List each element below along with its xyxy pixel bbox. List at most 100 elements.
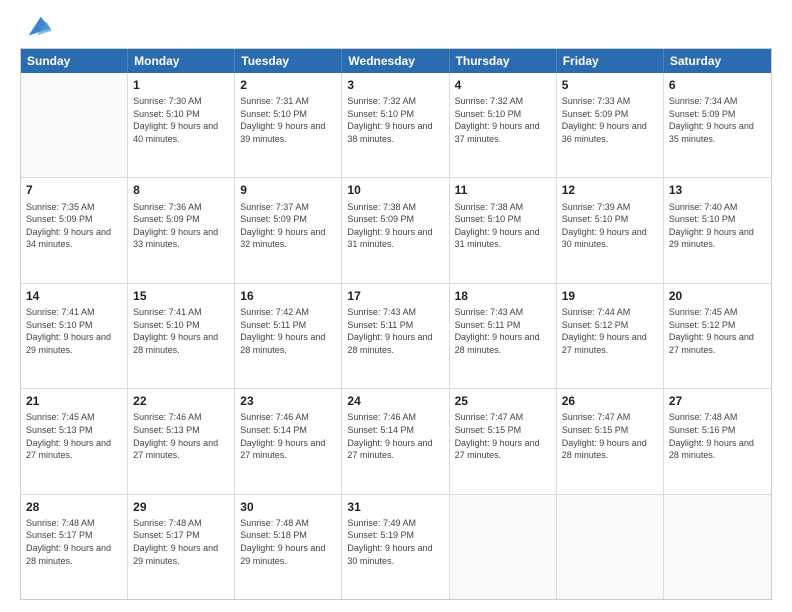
day-info: Sunrise: 7:48 AMSunset: 5:17 PMDaylight:… [133,517,229,567]
day-info: Sunrise: 7:46 AMSunset: 5:13 PMDaylight:… [133,411,229,461]
day-number: 9 [240,182,336,198]
day-cell-27: 27 Sunrise: 7:48 AMSunset: 5:16 PMDayligh… [664,389,771,493]
day-cell-4: 4 Sunrise: 7:32 AMSunset: 5:10 PMDaylight… [450,73,557,177]
day-info: Sunrise: 7:44 AMSunset: 5:12 PMDaylight:… [562,306,658,356]
day-info: Sunrise: 7:49 AMSunset: 5:19 PMDaylight:… [347,517,443,567]
day-info: Sunrise: 7:38 AMSunset: 5:10 PMDaylight:… [455,201,551,251]
calendar-header: SundayMondayTuesdayWednesdayThursdayFrid… [21,49,771,73]
header-day-monday: Monday [128,49,235,73]
day-info: Sunrise: 7:38 AMSunset: 5:09 PMDaylight:… [347,201,443,251]
day-cell-14: 14 Sunrise: 7:41 AMSunset: 5:10 PMDayligh… [21,284,128,388]
day-number: 18 [455,288,551,304]
day-number: 6 [669,77,766,93]
day-cell-23: 23 Sunrise: 7:46 AMSunset: 5:14 PMDayligh… [235,389,342,493]
day-info: Sunrise: 7:48 AMSunset: 5:17 PMDaylight:… [26,517,122,567]
day-number: 12 [562,182,658,198]
header-day-saturday: Saturday [664,49,771,73]
day-number: 26 [562,393,658,409]
day-number: 13 [669,182,766,198]
day-info: Sunrise: 7:48 AMSunset: 5:16 PMDaylight:… [669,411,766,461]
day-number: 14 [26,288,122,304]
day-number: 24 [347,393,443,409]
day-cell-11: 11 Sunrise: 7:38 AMSunset: 5:10 PMDayligh… [450,178,557,282]
day-cell-7: 7 Sunrise: 7:35 AMSunset: 5:09 PMDaylight… [21,178,128,282]
day-number: 28 [26,499,122,515]
day-info: Sunrise: 7:34 AMSunset: 5:09 PMDaylight:… [669,95,766,145]
day-cell-9: 9 Sunrise: 7:37 AMSunset: 5:09 PMDaylight… [235,178,342,282]
day-info: Sunrise: 7:32 AMSunset: 5:10 PMDaylight:… [347,95,443,145]
header-day-thursday: Thursday [450,49,557,73]
day-cell-31: 31 Sunrise: 7:49 AMSunset: 5:19 PMDayligh… [342,495,449,599]
empty-cell [21,73,128,177]
day-cell-18: 18Sunrise: 7:43 AMSunset: 5:11 PMDayligh… [450,284,557,388]
day-info: Sunrise: 7:31 AMSunset: 5:10 PMDaylight:… [240,95,336,145]
day-cell-3: 3Sunrise: 7:32 AMSunset: 5:10 PMDaylight… [342,73,449,177]
day-info: Sunrise: 7:37 AMSunset: 5:09 PMDaylight:… [240,201,336,251]
day-info: Sunrise: 7:30 AMSunset: 5:10 PMDaylight:… [133,95,229,145]
day-cell-12: 12 Sunrise: 7:39 AMSunset: 5:10 PMDayligh… [557,178,664,282]
day-cell-15: 15Sunrise: 7:41 AMSunset: 5:10 PMDayligh… [128,284,235,388]
logo [20,16,52,40]
header-day-wednesday: Wednesday [342,49,449,73]
day-number: 29 [133,499,229,515]
day-info: Sunrise: 7:46 AMSunset: 5:14 PMDaylight:… [347,411,443,461]
day-number: 5 [562,77,658,93]
page: SundayMondayTuesdayWednesdayThursdayFrid… [0,0,792,612]
header-day-tuesday: Tuesday [235,49,342,73]
day-number: 1 [133,77,229,93]
day-cell-28: 28 Sunrise: 7:48 AMSunset: 5:17 PMDayligh… [21,495,128,599]
calendar-row-3: 14 Sunrise: 7:41 AMSunset: 5:10 PMDayligh… [21,284,771,389]
calendar-row-4: 21Sunrise: 7:45 AMSunset: 5:13 PMDayligh… [21,389,771,494]
day-info: Sunrise: 7:46 AMSunset: 5:14 PMDaylight:… [240,411,336,461]
day-number: 7 [26,182,122,198]
day-info: Sunrise: 7:32 AMSunset: 5:10 PMDaylight:… [455,95,551,145]
day-info: Sunrise: 7:45 AMSunset: 5:13 PMDaylight:… [26,411,122,461]
day-number: 31 [347,499,443,515]
day-info: Sunrise: 7:43 AMSunset: 5:11 PMDaylight:… [347,306,443,356]
calendar-row-2: 7 Sunrise: 7:35 AMSunset: 5:09 PMDaylight… [21,178,771,283]
day-number: 4 [455,77,551,93]
day-number: 27 [669,393,766,409]
day-number: 11 [455,182,551,198]
day-cell-21: 21Sunrise: 7:45 AMSunset: 5:13 PMDayligh… [21,389,128,493]
header [20,16,772,40]
day-info: Sunrise: 7:47 AMSunset: 5:15 PMDaylight:… [562,411,658,461]
day-cell-6: 6 Sunrise: 7:34 AMSunset: 5:09 PMDaylight… [664,73,771,177]
day-number: 20 [669,288,766,304]
day-info: Sunrise: 7:41 AMSunset: 5:10 PMDaylight:… [26,306,122,356]
day-number: 10 [347,182,443,198]
day-info: Sunrise: 7:42 AMSunset: 5:11 PMDaylight:… [240,306,336,356]
day-number: 19 [562,288,658,304]
day-cell-30: 30 Sunrise: 7:48 AMSunset: 5:18 PMDayligh… [235,495,342,599]
day-cell-5: 5 Sunrise: 7:33 AMSunset: 5:09 PMDaylight… [557,73,664,177]
day-info: Sunrise: 7:40 AMSunset: 5:10 PMDaylight:… [669,201,766,251]
empty-cell [557,495,664,599]
day-cell-24: 24 Sunrise: 7:46 AMSunset: 5:14 PMDayligh… [342,389,449,493]
day-number: 17 [347,288,443,304]
day-cell-26: 26 Sunrise: 7:47 AMSunset: 5:15 PMDayligh… [557,389,664,493]
calendar-body: 1 Sunrise: 7:30 AMSunset: 5:10 PMDaylight… [21,73,771,599]
calendar-row-5: 28 Sunrise: 7:48 AMSunset: 5:17 PMDayligh… [21,495,771,599]
day-cell-19: 19 Sunrise: 7:44 AMSunset: 5:12 PMDayligh… [557,284,664,388]
day-number: 30 [240,499,336,515]
day-info: Sunrise: 7:47 AMSunset: 5:15 PMDaylight:… [455,411,551,461]
day-number: 2 [240,77,336,93]
day-cell-17: 17 Sunrise: 7:43 AMSunset: 5:11 PMDayligh… [342,284,449,388]
header-day-friday: Friday [557,49,664,73]
day-cell-25: 25 Sunrise: 7:47 AMSunset: 5:15 PMDayligh… [450,389,557,493]
empty-cell [664,495,771,599]
day-number: 16 [240,288,336,304]
day-number: 23 [240,393,336,409]
day-cell-8: 8Sunrise: 7:36 AMSunset: 5:09 PMDaylight… [128,178,235,282]
day-info: Sunrise: 7:39 AMSunset: 5:10 PMDaylight:… [562,201,658,251]
day-info: Sunrise: 7:35 AMSunset: 5:09 PMDaylight:… [26,201,122,251]
calendar-row-1: 1 Sunrise: 7:30 AMSunset: 5:10 PMDaylight… [21,73,771,178]
day-cell-2: 2 Sunrise: 7:31 AMSunset: 5:10 PMDaylight… [235,73,342,177]
day-info: Sunrise: 7:48 AMSunset: 5:18 PMDaylight:… [240,517,336,567]
header-day-sunday: Sunday [21,49,128,73]
day-cell-20: 20 Sunrise: 7:45 AMSunset: 5:12 PMDayligh… [664,284,771,388]
day-number: 22 [133,393,229,409]
day-number: 25 [455,393,551,409]
day-info: Sunrise: 7:45 AMSunset: 5:12 PMDaylight:… [669,306,766,356]
day-info: Sunrise: 7:33 AMSunset: 5:09 PMDaylight:… [562,95,658,145]
